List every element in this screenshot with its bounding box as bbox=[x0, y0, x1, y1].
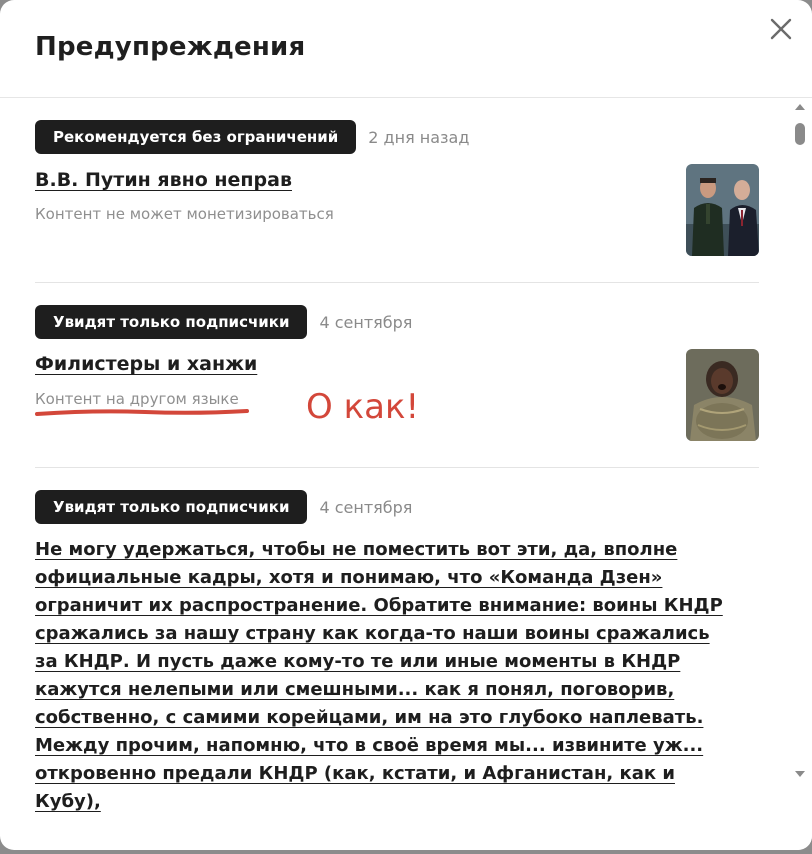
divider bbox=[35, 282, 759, 283]
warnings-modal: Предупреждения Рекомендуется без огранич… bbox=[0, 0, 812, 850]
title-line: Между прочим, напомню, что в своё время … bbox=[35, 735, 704, 756]
armored-woman-photo-icon bbox=[686, 349, 759, 441]
warning-thumbnail[interactable] bbox=[686, 349, 759, 441]
scrollbar[interactable] bbox=[790, 98, 812, 850]
warning-thumbnail[interactable] bbox=[686, 164, 759, 256]
warning-date: 4 сентября bbox=[319, 312, 413, 332]
title-line: кажутся нелепыми или смешными... как я п… bbox=[35, 679, 675, 700]
close-button[interactable] bbox=[766, 14, 796, 44]
title-line: собственно, с самими корейцами, им на эт… bbox=[35, 707, 704, 728]
warning-item: Увидят только подписчики 4 сентября Не мо… bbox=[35, 490, 759, 850]
title-line: откровенно предали КНДР (как, кстати, и … bbox=[35, 763, 675, 812]
scroll-down-icon[interactable] bbox=[795, 771, 805, 777]
title-line: сражались за нашу страну как когда-то на… bbox=[35, 623, 710, 644]
modal-header: Предупреждения bbox=[0, 0, 812, 98]
divider bbox=[35, 467, 759, 468]
status-badge: Увидят только подписчики bbox=[35, 305, 308, 339]
warning-item: Рекомендуется без ограничений 2 дня назад… bbox=[35, 120, 759, 280]
warning-date: 4 сентября bbox=[319, 497, 413, 517]
warning-item: Увидят только подписчики 4 сентября Филис… bbox=[35, 305, 759, 465]
title-line: официальные кадры, хотя и понимаю, что «… bbox=[35, 567, 663, 588]
title-line: за КНДР. И пусть даже кому-то те или ины… bbox=[35, 651, 681, 672]
title-line: Не могу удержаться, чтобы не поместить в… bbox=[35, 539, 678, 560]
modal-title: Предупреждения bbox=[35, 32, 306, 62]
two-men-photo-icon bbox=[686, 164, 759, 256]
scroll-up-icon[interactable] bbox=[795, 104, 805, 110]
status-badge: Увидят только подписчики bbox=[35, 490, 308, 524]
warning-title-link[interactable]: В.В. Путин явно неправ bbox=[35, 166, 292, 194]
warning-reason: Контент на другом языке bbox=[35, 390, 239, 408]
status-badge: Рекомендуется без ограничений bbox=[35, 120, 357, 154]
scroll-thumb[interactable] bbox=[795, 123, 805, 145]
warning-title-link[interactable]: Филистеры и ханжи bbox=[35, 350, 257, 378]
warnings-list[interactable]: Рекомендуется без ограничений 2 дня назад… bbox=[0, 98, 790, 850]
warning-title-link[interactable]: Не могу удержаться, чтобы не поместить в… bbox=[35, 536, 735, 816]
warning-reason: Контент не может монетизироваться bbox=[35, 205, 334, 223]
warning-date: 2 дня назад bbox=[368, 127, 470, 147]
red-underline-mark bbox=[35, 409, 249, 416]
title-line: ограничит их распространение. Обратите в… bbox=[35, 595, 723, 616]
annotation-text: О как! bbox=[306, 387, 420, 427]
close-icon bbox=[770, 18, 792, 40]
